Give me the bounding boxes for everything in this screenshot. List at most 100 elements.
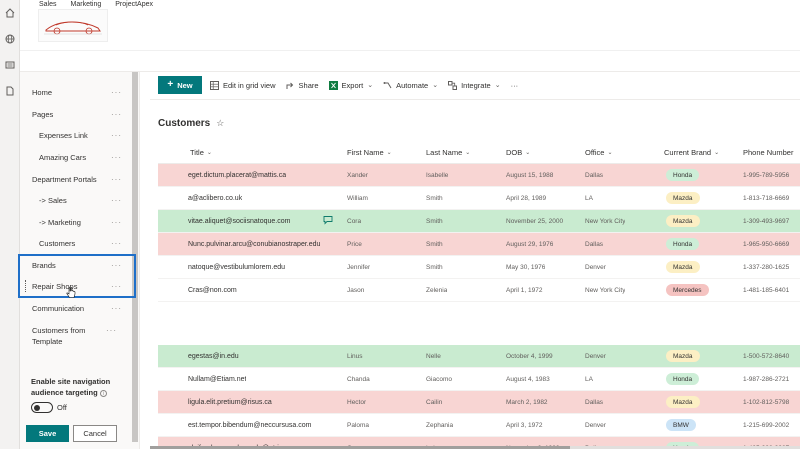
cell-phone: 1-309-493-9697 bbox=[743, 217, 790, 225]
more-options-icon[interactable]: ··· bbox=[111, 218, 122, 227]
cell-office: LA bbox=[585, 375, 593, 383]
more-options-icon[interactable]: ··· bbox=[111, 88, 122, 97]
cell-title[interactable]: Nunc.pulvinar.arcu@conubianostraper.edu bbox=[188, 233, 320, 255]
column-header-dob[interactable]: DOB ⌄ bbox=[506, 148, 530, 157]
audience-targeting-toggle[interactable] bbox=[31, 402, 53, 413]
column-header-current-brand[interactable]: Current Brand ⌄ bbox=[664, 148, 719, 157]
cell-phone: 1-102-812-5798 bbox=[743, 398, 790, 406]
new-button[interactable]: + New bbox=[158, 76, 202, 94]
brand-badge: Honda bbox=[666, 169, 700, 181]
more-options-icon[interactable]: ··· bbox=[111, 196, 122, 205]
nav-item-pages[interactable]: Pages ··· bbox=[20, 104, 130, 124]
site-logo[interactable] bbox=[38, 9, 108, 42]
nav-item-label: Department Portals bbox=[32, 174, 97, 184]
info-icon[interactable]: i bbox=[99, 390, 107, 397]
nav-item-communication[interactable]: Communication ··· bbox=[20, 298, 130, 318]
cell-office: LA bbox=[585, 194, 593, 202]
drag-handle-icon[interactable] bbox=[25, 280, 27, 292]
cell-title[interactable]: est.tempor.bibendum@neccursusa.com bbox=[188, 414, 311, 436]
more-options-icon[interactable]: ··· bbox=[111, 131, 122, 140]
integrate-button[interactable]: Integrate ⌄ bbox=[448, 80, 501, 90]
cell-title[interactable]: a@aclibero.co.uk bbox=[188, 187, 242, 209]
save-button[interactable]: Save bbox=[26, 425, 69, 442]
hub-link-projectapex[interactable]: ProjectApex bbox=[115, 1, 153, 8]
globe-icon[interactable] bbox=[3, 32, 17, 46]
cell-title[interactable]: ligula.elit.pretium@risus.ca bbox=[188, 391, 272, 413]
chevron-down-icon: ⌄ bbox=[367, 82, 374, 89]
favorite-star-icon[interactable]: ☆ bbox=[216, 118, 224, 129]
share-button[interactable]: Share bbox=[286, 81, 319, 90]
cell-title[interactable]: Cras@non.com bbox=[188, 279, 237, 301]
nav-item-marketing[interactable]: -> Marketing ··· bbox=[20, 212, 130, 232]
more-options-icon[interactable]: ··· bbox=[111, 261, 122, 270]
table-row[interactable]: eget.dictum.placerat@mattis.ca Xander Isab… bbox=[158, 164, 800, 187]
cell-last: Giacomo bbox=[426, 375, 453, 383]
column-header-first-name[interactable]: First Name ⌄ bbox=[347, 148, 392, 157]
cell-dob: August 29, 1976 bbox=[506, 240, 554, 248]
edit-in-grid-view-button[interactable]: Edit in grid view bbox=[210, 80, 276, 90]
column-header-phone-number[interactable]: Phone Number bbox=[743, 148, 793, 157]
cell-dob: October 4, 1999 bbox=[506, 352, 553, 360]
chevron-down-icon: ⌄ bbox=[494, 82, 501, 89]
brand-badge: Mazda bbox=[666, 261, 700, 273]
cell-office: New York City bbox=[585, 217, 626, 225]
table-row[interactable]: vitae.aliquet@sociisnatoque.com Cora Smith… bbox=[158, 210, 800, 233]
document-icon[interactable] bbox=[3, 84, 17, 98]
more-options-icon[interactable]: ··· bbox=[111, 239, 122, 248]
nav-scrollbar[interactable] bbox=[132, 72, 138, 442]
table-row[interactable]: Nullam@Etiam.net Chanda Giacomo August 4, 1… bbox=[158, 368, 800, 391]
column-header-title[interactable]: Title ⌄ bbox=[190, 148, 212, 157]
column-header-last-name[interactable]: Last Name ⌄ bbox=[426, 148, 470, 157]
nav-item-sales[interactable]: -> Sales ··· bbox=[20, 190, 130, 210]
chevron-down-icon: ⌄ bbox=[607, 150, 613, 156]
column-header-office[interactable]: Office ⌄ bbox=[585, 148, 612, 157]
more-options-icon[interactable]: ··· bbox=[106, 325, 117, 336]
nav-item-home[interactable]: Home ··· bbox=[20, 82, 130, 102]
automate-button[interactable]: Automate ⌄ bbox=[383, 81, 438, 90]
cell-first: Jennifer bbox=[347, 263, 371, 271]
hub-link-marketing[interactable]: Marketing bbox=[71, 1, 102, 8]
cell-office: Denver bbox=[585, 352, 606, 360]
hub-link-sales[interactable]: Sales bbox=[39, 1, 57, 8]
table-row[interactable]: Nunc.pulvinar.arcu@conubianostraper.edu P… bbox=[158, 233, 800, 256]
table-row[interactable]: ligula.elit.pretium@risus.ca Hector Cailin… bbox=[158, 391, 800, 414]
nav-item-expenses-link[interactable]: Expenses Link ··· bbox=[20, 125, 130, 145]
cell-dob: August 4, 1983 bbox=[506, 375, 550, 383]
nav-item-amazing-cars[interactable]: Amazing Cars ··· bbox=[20, 147, 130, 167]
table-row[interactable]: a@aclibero.co.uk William Smith April 28, 19… bbox=[158, 187, 800, 210]
home-icon[interactable] bbox=[3, 6, 17, 20]
nav-item-customers-from-template[interactable]: Customers from Template ··· bbox=[20, 322, 125, 350]
more-options-icon[interactable]: ··· bbox=[111, 153, 122, 162]
comment-icon[interactable] bbox=[323, 215, 333, 225]
column-header-row: Title ⌄ First Name ⌄ Last Name ⌄ DOB ⌄ Offic… bbox=[158, 141, 800, 164]
table-row[interactable]: natoque@vestibulumlorem.edu Jennifer Smith… bbox=[158, 256, 800, 279]
export-button[interactable]: Export ⌄ bbox=[328, 80, 374, 90]
table-row[interactable]: egestas@in.edu Linus Nelle October 4, 1999 D… bbox=[158, 345, 800, 368]
cell-title[interactable]: eget.dictum.placerat@mattis.ca bbox=[188, 164, 286, 186]
cell-title[interactable]: Nullam@Etiam.net bbox=[188, 368, 246, 390]
brand-badge: Honda bbox=[666, 373, 700, 385]
cell-last: Smith bbox=[426, 240, 443, 248]
cell-title[interactable]: vitae.aliquet@sociisnatoque.com bbox=[188, 210, 290, 232]
more-options-icon[interactable]: ··· bbox=[111, 282, 122, 291]
nav-item-department-portals[interactable]: Department Portals ··· bbox=[20, 169, 130, 189]
nav-item-label: Communication bbox=[32, 303, 85, 313]
hub-navigation: Sales Marketing ProjectApex bbox=[39, 1, 153, 8]
more-options-icon[interactable]: ··· bbox=[111, 304, 122, 313]
list-title-text: Customers bbox=[158, 118, 211, 129]
cell-title[interactable]: natoque@vestibulumlorem.edu bbox=[188, 256, 285, 278]
cancel-button[interactable]: Cancel bbox=[73, 425, 117, 442]
news-icon[interactable] bbox=[3, 58, 17, 72]
more-options-icon[interactable]: ··· bbox=[111, 175, 122, 184]
cell-title[interactable]: egestas@in.edu bbox=[188, 345, 239, 367]
cell-phone: 1-500-572-8640 bbox=[743, 352, 790, 360]
table-row[interactable]: Cras@non.com Jason Zelenia April 1, 1972 New… bbox=[158, 279, 800, 302]
row-group-2: egestas@in.edu Linus Nelle October 4, 1999 D… bbox=[158, 345, 800, 449]
more-options-icon[interactable]: ··· bbox=[111, 110, 122, 119]
nav-item-customers[interactable]: Customers ··· bbox=[20, 233, 130, 253]
cell-office: Denver bbox=[585, 421, 606, 429]
table-row[interactable]: est.tempor.bibendum@neccursusa.com Paloma… bbox=[158, 414, 800, 437]
nav-item-brands[interactable]: Brands ··· bbox=[20, 255, 130, 275]
brand-badge: Mercedes bbox=[666, 284, 709, 296]
more-commands-button[interactable]: ··· bbox=[511, 81, 519, 90]
